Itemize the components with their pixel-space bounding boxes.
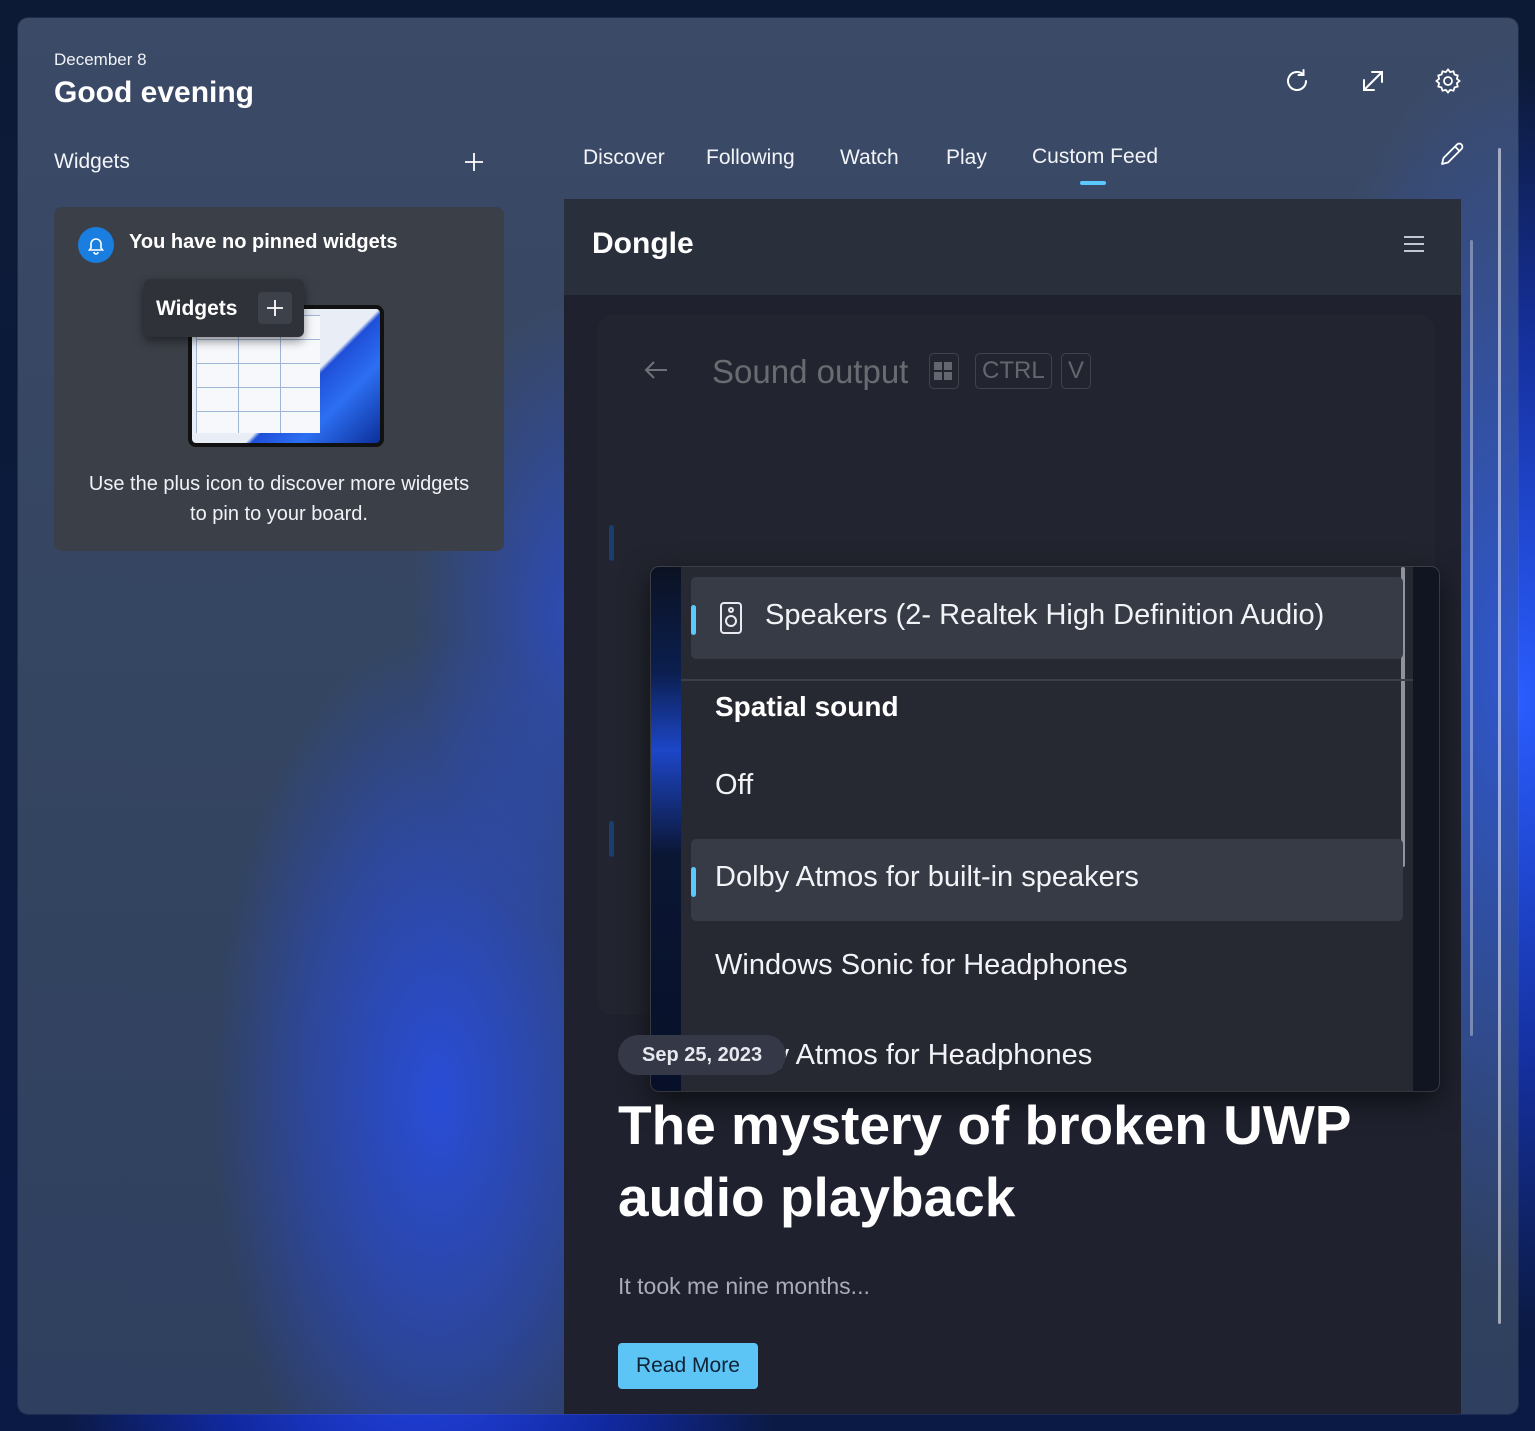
post-title[interactable]: The mystery of broken UWP audio playback	[618, 1089, 1378, 1233]
post-date-badge: Sep 25, 2023	[618, 1035, 787, 1075]
active-tab-indicator	[1080, 181, 1106, 185]
feed-title: Dongle	[592, 227, 694, 260]
sound-output-dropdown: Speakers (2- Realtek High Definition Aud…	[651, 567, 1439, 1091]
bell-icon	[78, 227, 114, 263]
header-greeting: Good evening	[54, 76, 255, 109]
settings-icon[interactable]	[1433, 66, 1463, 96]
windows-key-icon	[929, 353, 959, 389]
device-name: Speakers (2- Realtek High Definition Aud…	[765, 599, 1325, 631]
side-indicator	[609, 821, 614, 857]
spatial-option: Off	[691, 747, 1403, 829]
feed-scrollbar[interactable]	[1470, 240, 1473, 1036]
spatial-option-label: Dolby Atmos for built-in speakers	[715, 861, 1139, 893]
spatial-option-selected: Dolby Atmos for built-in speakers	[691, 839, 1403, 921]
ctrl-key: CTRL	[975, 353, 1052, 389]
plus-icon	[258, 292, 292, 324]
custom-feed-panel: Dongle Sound output CTRL V Speakers (2- …	[564, 199, 1461, 1414]
selection-bar	[691, 605, 696, 635]
panel-scrollbar[interactable]	[1498, 148, 1501, 1324]
spatial-option: Dolby Atmos for Headphones	[691, 1017, 1403, 1091]
post-screenshot: Sound output CTRL V Speakers (2- Realtek…	[597, 315, 1439, 1091]
back-arrow-icon	[641, 355, 671, 385]
widgets-section-label: Widgets	[54, 150, 130, 173]
expand-icon[interactable]	[1358, 66, 1388, 96]
selection-bar	[691, 867, 696, 897]
dropdown-left-edge	[651, 567, 681, 1091]
refresh-icon[interactable]	[1282, 66, 1312, 96]
side-indicator	[609, 525, 614, 561]
tab-watch[interactable]: Watch	[840, 146, 899, 170]
add-widget-button[interactable]	[462, 150, 486, 174]
empty-widgets-card: You have no pinned widgets Widgets Use t…	[54, 207, 504, 551]
widgets-illustration: Widgets	[144, 279, 394, 449]
post-excerpt: It took me nine months...	[618, 1273, 870, 1299]
illustration-widgets-label: Widgets	[156, 297, 238, 320]
edit-icon[interactable]	[1436, 138, 1468, 170]
spatial-sound-heading: Spatial sound	[715, 691, 899, 722]
spatial-option: Windows Sonic for Headphones	[691, 927, 1403, 1009]
tab-following[interactable]: Following	[706, 146, 795, 170]
tab-discover[interactable]: Discover	[583, 146, 665, 170]
dropdown-right-edge	[1413, 567, 1439, 1091]
device-option: Speakers (2- Realtek High Definition Aud…	[691, 577, 1403, 659]
feed-header: Dongle	[564, 199, 1461, 295]
read-more-button[interactable]: Read More	[618, 1343, 758, 1389]
tab-custom-feed[interactable]: Custom Feed	[1032, 145, 1158, 169]
empty-widgets-description: Use the plus icon to discover more widge…	[88, 473, 470, 525]
widgets-board: December 8 Good evening Widgets You have…	[18, 18, 1518, 1414]
empty-widgets-title: You have no pinned widgets	[129, 231, 398, 253]
spatial-option-label: Off	[715, 769, 754, 801]
v-key: V	[1061, 353, 1092, 389]
hamburger-menu-icon[interactable]	[1401, 231, 1427, 257]
spatial-option-label: Windows Sonic for Headphones	[715, 949, 1128, 981]
tab-play[interactable]: Play	[946, 146, 987, 170]
illustration-widgets-pill: Widgets	[144, 279, 304, 337]
sound-output-heading: Sound output	[712, 353, 909, 390]
dropdown-separator	[681, 679, 1413, 681]
header-date: December 8	[54, 50, 147, 69]
speaker-icon	[719, 601, 743, 640]
